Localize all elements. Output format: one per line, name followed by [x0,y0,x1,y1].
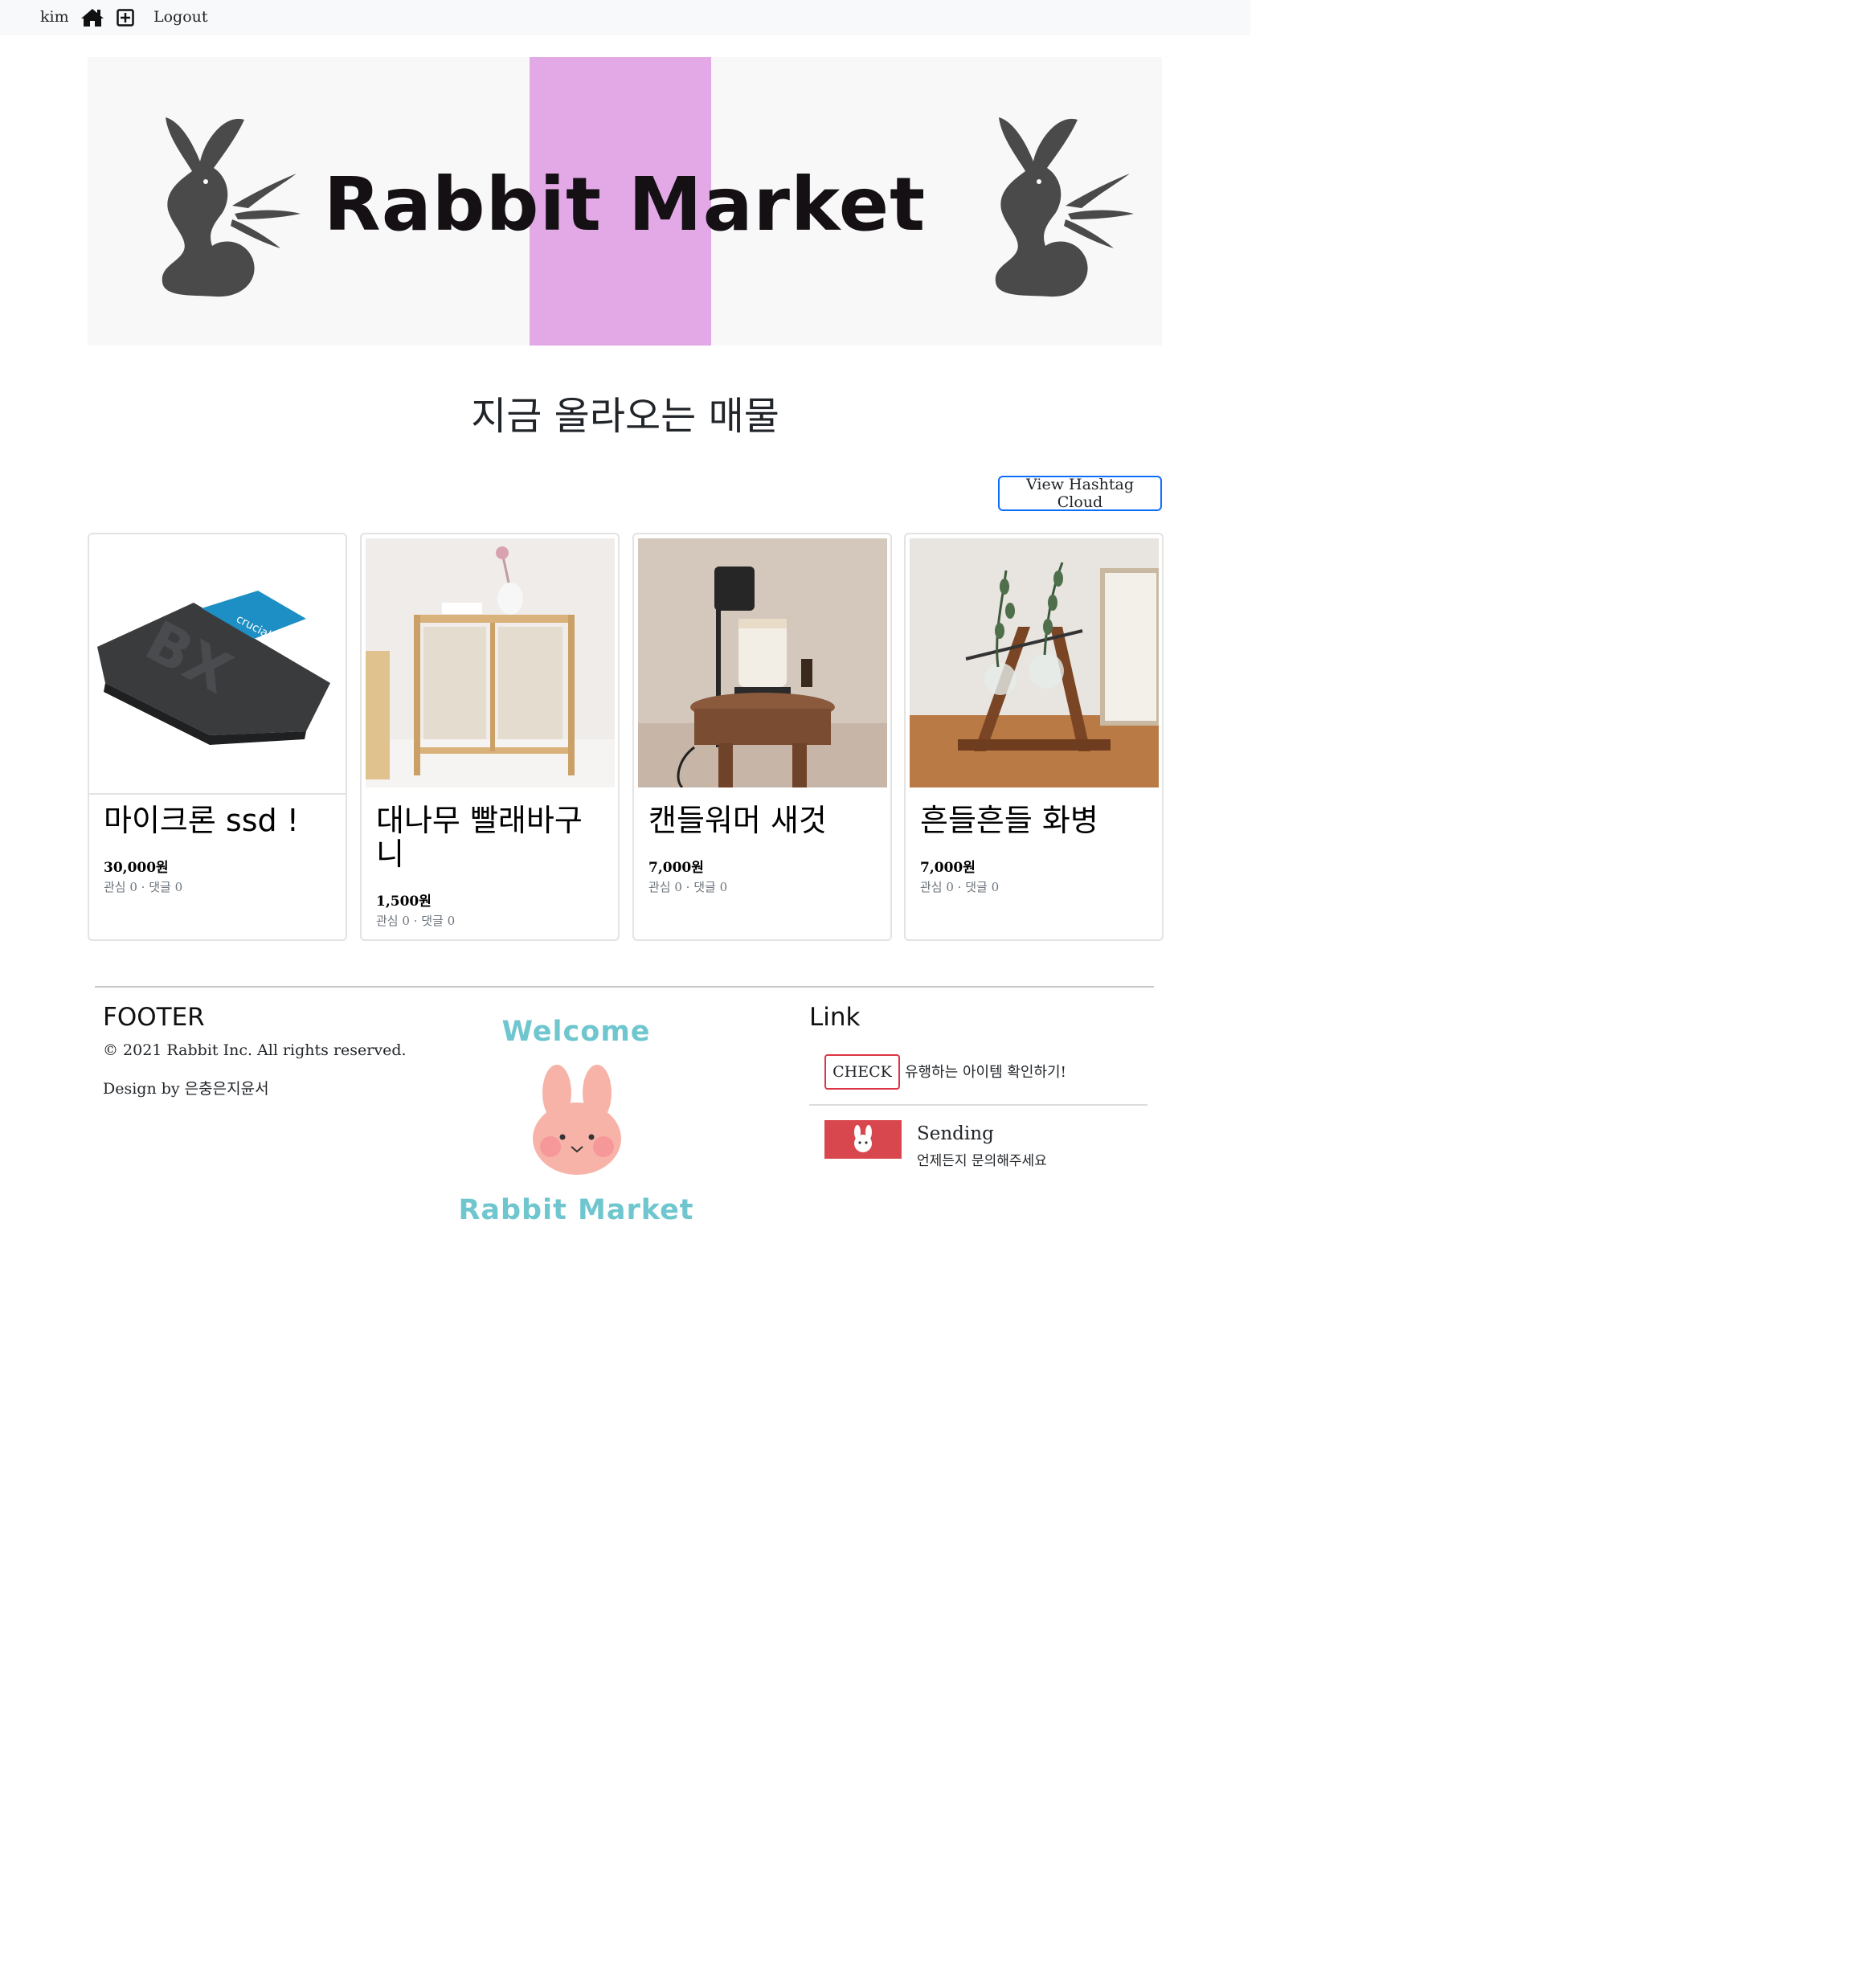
logout-link[interactable]: Logout [153,8,208,26]
ssd-drive-photo: crucial BX [89,534,346,795]
product-card[interactable]: 흔들흔들 화병 7,000원 관심 0 · 댓글 0 [904,533,1164,941]
footer-copyright: © 2021 Rabbit Inc. All rights reserved. [103,1041,407,1059]
welcome-brand: Rabbit Market [458,1194,694,1226]
sending-subtitle: 언제든지 문의해주세요 [917,1153,1047,1169]
check-description: 유행하는 아이템 확인하기! [905,1064,1066,1081]
product-meta: 관심 0 · 댓글 0 [920,880,1000,894]
sending-title[interactable]: Sending [917,1123,994,1144]
hero-banner: Rabbit Market [88,57,1162,346]
product-price: 7,000원 [648,860,704,876]
product-card[interactable]: 캔들워머 새것 7,000원 관심 0 · 댓글 0 [632,533,892,941]
link-heading: Link [809,1003,861,1032]
product-price: 7,000원 [920,860,976,876]
rabbit-with-carrot-icon [995,117,1134,297]
view-hashtag-cloud-button[interactable]: View Hashtag Cloud [998,476,1162,511]
product-price: 1,500원 [376,894,432,910]
product-card[interactable]: 대나무 빨래바구니 1,500원 관심 0 · 댓글 0 [360,533,620,941]
footer-design-credit: Design by 은충은지윤서 [103,1080,269,1098]
product-title[interactable]: 흔들흔들 화병 [920,804,1153,837]
product-title[interactable]: 대나무 빨래바구니 [376,804,609,871]
top-navbar: kim Logout [0,0,1250,35]
plus-square-icon[interactable] [117,9,134,27]
product-title[interactable]: 마이크론 ssd ! [104,804,337,837]
home-icon[interactable] [80,7,104,28]
check-button[interactable]: CHECK [824,1054,900,1090]
nav-username[interactable]: kim [40,8,69,26]
footer-heading: FOOTER [103,1003,205,1032]
link-divider [809,1104,1147,1106]
bamboo-laundry-basket-photo [366,538,615,787]
rabbit-face-icon [854,1125,872,1152]
swing-vase-photo [910,538,1159,787]
pink-rabbit-icon [533,1065,621,1175]
product-meta: 관심 0 · 댓글 0 [376,914,456,928]
product-title[interactable]: 캔들워머 새것 [648,804,882,837]
product-card[interactable]: crucial BX 마이크론 ssd ! 30,000원 관심 0 · 댓글 … [88,533,347,941]
welcome-text: Welcome [501,1016,651,1048]
section-title: 지금 올라오는 매물 [471,394,779,439]
footer-divider [95,986,1154,988]
sending-button[interactable] [824,1120,902,1159]
product-meta: 관심 0 · 댓글 0 [104,880,183,894]
product-meta: 관심 0 · 댓글 0 [648,880,728,894]
candle-warmer-photo [638,538,887,787]
product-price: 30,000원 [104,860,169,876]
